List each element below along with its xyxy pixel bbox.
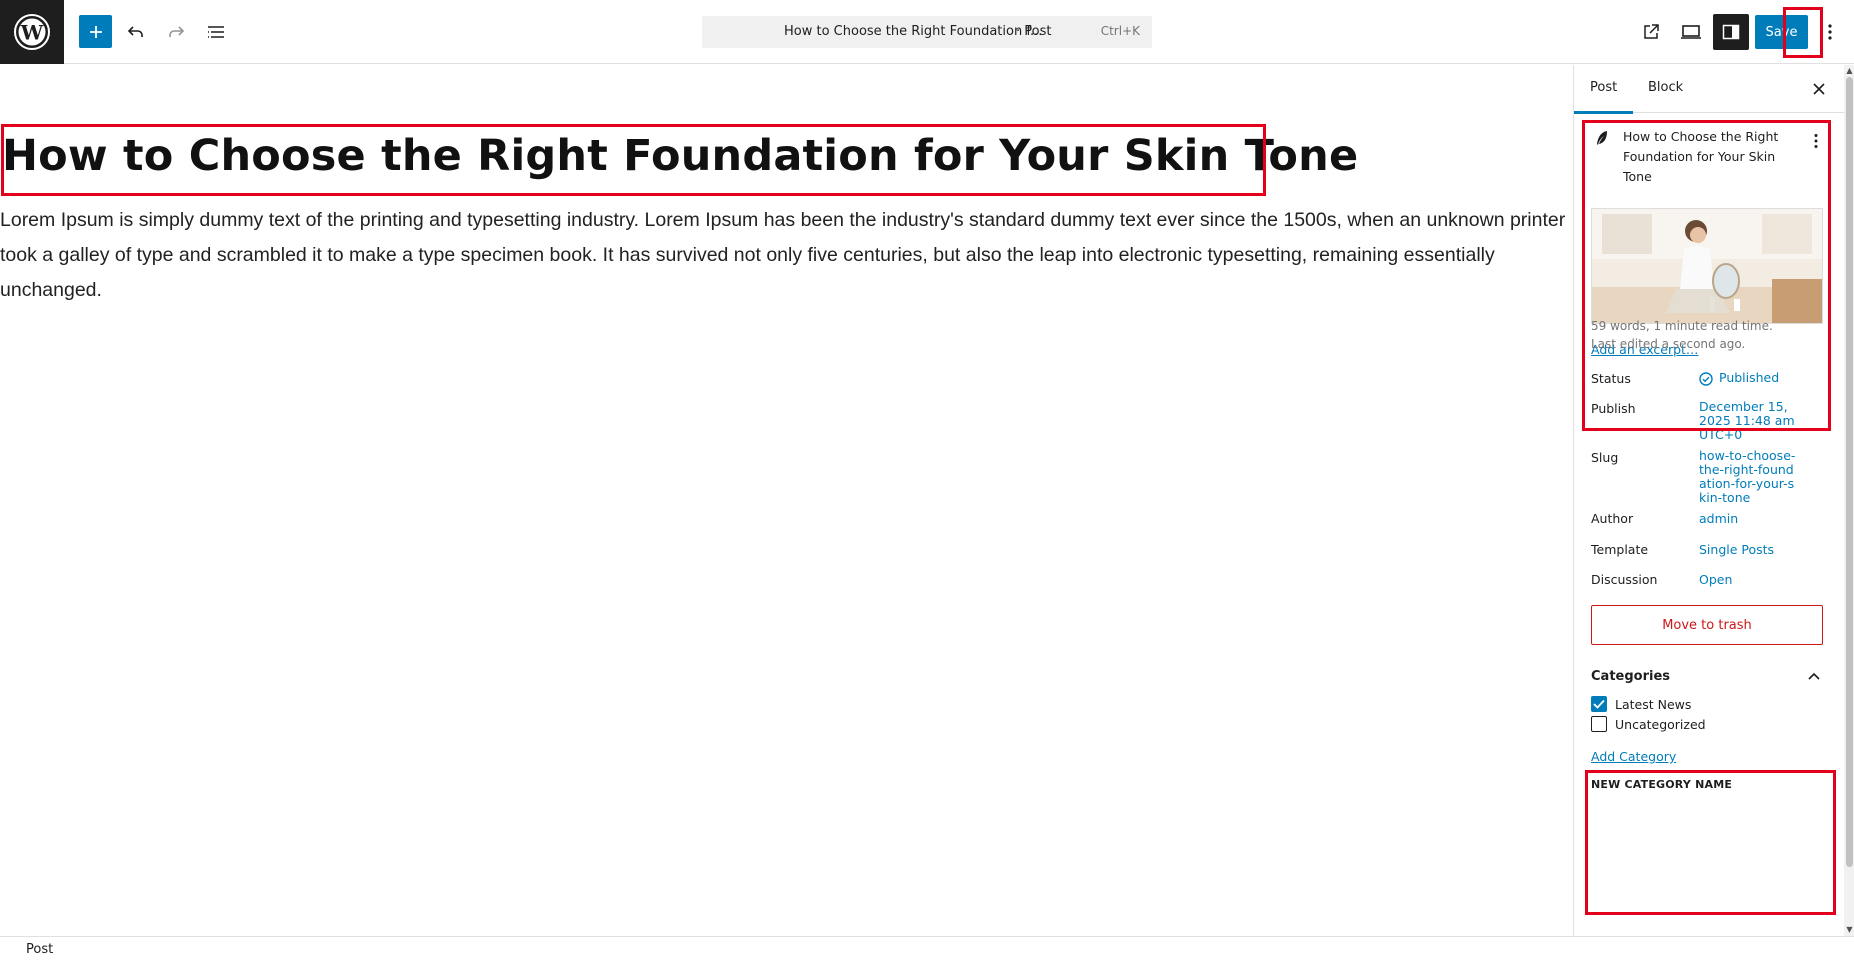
discussion-label: Discussion bbox=[1591, 572, 1658, 587]
command-bar-title: How to Choose the Right Foundation f... bbox=[784, 24, 1043, 39]
last-edited: Last edited a second ago. bbox=[1591, 337, 1746, 351]
featured-image[interactable] bbox=[1591, 208, 1823, 324]
move-to-trash-button[interactable]: Move to trash bbox=[1591, 605, 1823, 645]
command-palette-bar[interactable]: How to Choose the Right Foundation f... … bbox=[702, 16, 1152, 48]
categories-collapse-button[interactable] bbox=[1802, 664, 1826, 688]
publish-label: Publish bbox=[1591, 401, 1636, 416]
save-button[interactable]: Save bbox=[1755, 15, 1808, 49]
more-vertical-icon bbox=[1828, 24, 1832, 40]
post-title[interactable]: How to Choose the Right Foundation for Y… bbox=[2, 131, 1358, 181]
add-category-link[interactable]: Add Category bbox=[1591, 749, 1676, 764]
post-actions-button[interactable] bbox=[1806, 129, 1826, 153]
status-value[interactable]: Published bbox=[1699, 371, 1839, 386]
more-vertical-icon bbox=[1814, 134, 1818, 148]
settings-sidebar: Post Block How to Choose the Right Found… bbox=[1573, 65, 1854, 936]
sidebar-scrollbar[interactable]: ▲ ▼ bbox=[1844, 65, 1854, 936]
redo-button[interactable] bbox=[158, 14, 194, 50]
status-label: Status bbox=[1591, 371, 1631, 386]
sidebar-icon bbox=[1722, 24, 1740, 40]
category-item-uncategorized: Uncategorized bbox=[1591, 716, 1706, 732]
view-post-button[interactable] bbox=[1633, 14, 1669, 50]
status-value-text: Published bbox=[1719, 370, 1780, 385]
feather-icon bbox=[1597, 131, 1607, 145]
external-link-icon bbox=[1644, 24, 1659, 39]
list-view-icon bbox=[208, 26, 224, 38]
command-bar-type: · Post bbox=[1016, 24, 1052, 39]
wordpress-logo-icon: W bbox=[14, 14, 50, 50]
tab-block[interactable]: Block bbox=[1648, 80, 1683, 95]
desktop-icon bbox=[1681, 25, 1701, 39]
footer-breadcrumb[interactable]: Post bbox=[26, 942, 53, 957]
paragraph-block[interactable]: Lorem Ipsum is simply dummy text of the … bbox=[0, 203, 1572, 308]
svg-text:W: W bbox=[20, 21, 44, 45]
published-check-icon bbox=[1699, 371, 1713, 386]
categories-panel-title[interactable]: Categories bbox=[1591, 669, 1670, 684]
add-block-button[interactable] bbox=[79, 15, 112, 48]
category-label-uncategorized: Uncategorized bbox=[1615, 716, 1706, 732]
sidebar-tabs: Post Block bbox=[1574, 65, 1844, 114]
editor-footer: Post bbox=[0, 936, 1854, 961]
category-checkbox-uncategorized[interactable] bbox=[1591, 716, 1607, 732]
post-summary-title: How to Choose the Right Foundation for Y… bbox=[1623, 129, 1779, 184]
settings-sidebar-toggle[interactable] bbox=[1713, 14, 1749, 50]
chevron-up-icon bbox=[1808, 672, 1820, 680]
scroll-down-arrow[interactable]: ▼ bbox=[1845, 925, 1854, 934]
slug-label: Slug bbox=[1591, 450, 1619, 465]
slug-value[interactable]: how-to-choose-the-right-foundation-for-y… bbox=[1699, 449, 1799, 505]
author-value[interactable]: admin bbox=[1699, 512, 1799, 526]
plus-icon bbox=[89, 25, 102, 38]
redo-icon bbox=[169, 26, 185, 37]
category-item-latest-news: Latest News bbox=[1591, 696, 1691, 712]
editor-header: W How to Choose the Right Foundation f..… bbox=[0, 0, 1854, 64]
editor-canvas: How to Choose the Right Foundation for Y… bbox=[0, 65, 1572, 936]
scroll-up-arrow[interactable]: ▲ bbox=[1845, 66, 1854, 75]
tab-post[interactable]: Post bbox=[1574, 80, 1634, 114]
scroll-thumb[interactable] bbox=[1846, 77, 1853, 867]
discussion-value[interactable]: Open bbox=[1699, 573, 1799, 587]
check-icon bbox=[1593, 699, 1605, 709]
word-count: 59 words, 1 minute read time. bbox=[1591, 319, 1773, 333]
undo-button[interactable] bbox=[118, 14, 154, 50]
category-label-latest-news: Latest News bbox=[1615, 696, 1692, 712]
publish-date-value[interactable]: December 15, 2025 11:48 am UTC+0 bbox=[1699, 400, 1799, 442]
document-overview-button[interactable] bbox=[198, 14, 234, 50]
options-menu-button[interactable] bbox=[1814, 14, 1846, 50]
category-checkbox-latest-news[interactable] bbox=[1591, 696, 1607, 712]
template-label: Template bbox=[1591, 542, 1649, 557]
author-label: Author bbox=[1591, 511, 1634, 526]
featured-image-picture bbox=[1592, 209, 1822, 323]
close-icon bbox=[1813, 83, 1825, 95]
device-preview-button[interactable] bbox=[1673, 14, 1709, 50]
command-bar-shortcut: Ctrl+K bbox=[1100, 24, 1140, 38]
close-sidebar-button[interactable] bbox=[1807, 77, 1831, 101]
template-value[interactable]: Single Posts bbox=[1699, 543, 1799, 557]
new-category-name-label: NEW CATEGORY NAME bbox=[1591, 778, 1733, 791]
wordpress-logo-button[interactable]: W bbox=[0, 0, 64, 64]
undo-icon bbox=[127, 26, 143, 37]
